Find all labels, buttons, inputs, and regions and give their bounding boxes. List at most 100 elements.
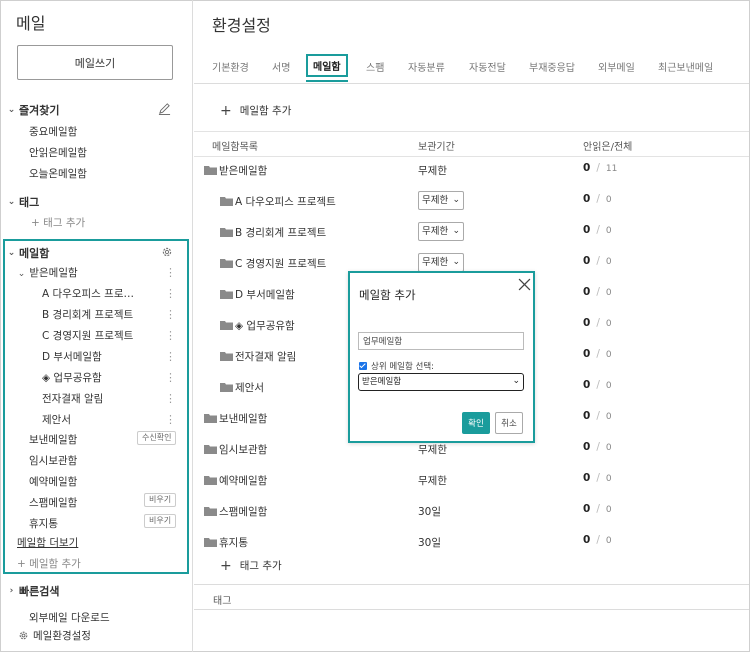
mailbox-name-input[interactable] bbox=[358, 332, 524, 350]
tags-label: 태그 bbox=[19, 196, 40, 209]
tags-section-toggle[interactable]: ⌄ 태그 bbox=[7, 194, 40, 210]
table-row[interactable]: B 경리회계 프로젝트 무제한 ⌄ 0 / 0 bbox=[194, 219, 749, 250]
kebab-icon[interactable]: ⋮ bbox=[165, 393, 176, 404]
folder-icon bbox=[220, 352, 233, 361]
drafts-mailbox-item[interactable]: 임시보관함 bbox=[29, 453, 77, 468]
table-row[interactable]: A 다우오피스 프로젝트 무제한 ⌄ 0 / 0 bbox=[194, 188, 749, 219]
parent-mailbox-checkbox-label: 상위 메일함 선택: bbox=[371, 362, 435, 372]
more-mailboxes-link[interactable]: 메일함 더보기 bbox=[17, 535, 78, 550]
mailboxes-section-toggle[interactable]: ⌄ 메일함 bbox=[7, 245, 50, 261]
table-row[interactable]: 휴지통 30일 0 / 0 bbox=[194, 529, 749, 560]
count-separator: / bbox=[596, 255, 600, 267]
kebab-icon[interactable]: ⋮ bbox=[165, 330, 176, 341]
favorites-section-toggle[interactable]: ⌄ 즐겨찾기 bbox=[7, 102, 60, 118]
tab-mailbox[interactable]: 메일함 bbox=[306, 54, 348, 82]
parent-mailbox-select[interactable]: 받은메일함 ⌄ bbox=[358, 373, 524, 391]
mailbox-name: B 경리회계 프로젝트 bbox=[235, 227, 327, 239]
gear-icon[interactable] bbox=[161, 246, 173, 258]
chevron-down-icon: ⌄ bbox=[7, 105, 16, 115]
favorite-item[interactable]: 중요메일함 bbox=[29, 124, 77, 139]
sidebar: 메일 메일쓰기 ⌄ 즐겨찾기 중요메일함 안읽은메일함 오늘온메일함 ⌄ 태그 … bbox=[0, 0, 193, 652]
cancel-button[interactable]: 취소 bbox=[495, 412, 523, 434]
kebab-icon[interactable]: ⋮ bbox=[165, 267, 176, 278]
read-receipt-button[interactable]: 수신확인 bbox=[137, 431, 177, 445]
unread-count: 0 bbox=[583, 162, 591, 174]
chevron-down-icon: ⌄ bbox=[452, 226, 460, 236]
add-tag-button[interactable]: + 태그 추가 bbox=[220, 558, 282, 573]
spam-mailbox-item[interactable]: 스팸메일함 bbox=[29, 495, 77, 510]
inbox-child-item[interactable]: D 부서메일함 bbox=[42, 349, 102, 364]
gear-icon bbox=[19, 631, 28, 640]
empty-spam-button[interactable]: 비우기 bbox=[144, 493, 177, 507]
table-row[interactable]: 받은메일함 무제한 0 / 11 bbox=[194, 157, 749, 188]
table-row[interactable]: 스팸메일함 30일 0 / 0 bbox=[194, 498, 749, 529]
tag-section-header: 태그 bbox=[194, 584, 749, 610]
kebab-icon[interactable]: ⋮ bbox=[165, 309, 176, 320]
kebab-icon[interactable]: ⋮ bbox=[165, 414, 176, 425]
plus-icon: + bbox=[220, 557, 232, 574]
tab-auto-forward[interactable]: 자동전달 bbox=[469, 59, 506, 74]
pencil-icon[interactable] bbox=[158, 102, 171, 115]
retention-period-select[interactable]: 무제한 ⌄ bbox=[418, 253, 464, 272]
count-separator: / bbox=[596, 441, 600, 453]
total-count: 11 bbox=[605, 164, 618, 174]
settings-tabs: 기본환경 서명 메일함 스팸 자동분류 자동전달 부재중응답 외부메일 최근보낸… bbox=[194, 52, 749, 84]
tab-general[interactable]: 기본환경 bbox=[212, 59, 249, 74]
kebab-icon[interactable]: ⋮ bbox=[165, 372, 176, 383]
inbox-child-item[interactable]: A 다우오피스 프로… bbox=[42, 286, 134, 301]
trash-mailbox-item[interactable]: 휴지통 bbox=[29, 516, 58, 531]
count-separator: / bbox=[596, 286, 600, 298]
inbox-child-item[interactable]: 제안서 bbox=[42, 412, 71, 427]
kebab-icon[interactable]: ⋮ bbox=[165, 351, 176, 362]
column-header-mailbox: 메일함목록 bbox=[212, 142, 258, 153]
mail-settings-label: 메일환경설정 bbox=[33, 630, 91, 642]
tab-auto-sort[interactable]: 자동분류 bbox=[408, 59, 445, 74]
retention-period-select[interactable]: 무제한 ⌄ bbox=[418, 222, 464, 241]
confirm-button[interactable]: 확인 bbox=[462, 412, 490, 434]
checkbox-checked-icon[interactable] bbox=[359, 362, 367, 370]
retention-period-select[interactable]: 무제한 ⌄ bbox=[418, 191, 464, 210]
kebab-icon[interactable]: ⋮ bbox=[165, 288, 176, 299]
mail-settings-link[interactable]: 메일환경설정 bbox=[18, 628, 91, 643]
unread-total-count: 0 / 0 bbox=[583, 503, 612, 515]
table-row[interactable]: 예약메일함 무제한 0 / 0 bbox=[194, 467, 749, 498]
sent-mailbox-item[interactable]: 보낸메일함 bbox=[29, 432, 77, 447]
empty-trash-button[interactable]: 비우기 bbox=[144, 514, 177, 528]
inbox-child-item[interactable]: C 경영지원 프로젝트 bbox=[42, 328, 133, 343]
parent-mailbox-checkbox[interactable]: 상위 메일함 선택: bbox=[359, 360, 434, 372]
tab-out-of-office[interactable]: 부재중응답 bbox=[529, 59, 575, 74]
add-tag-link[interactable]: + 태그 추가 bbox=[31, 215, 85, 230]
total-count: 0 bbox=[605, 288, 612, 298]
folder-icon bbox=[220, 259, 233, 268]
external-mail-download-link[interactable]: 외부메일 다운로드 bbox=[29, 610, 110, 625]
column-header-period: 보관기간 bbox=[418, 142, 455, 153]
inbox-child-item[interactable]: ◈ 업무공유함 bbox=[42, 370, 102, 385]
quick-search-toggle[interactable]: › 빠른검색 bbox=[7, 583, 60, 599]
folder-icon bbox=[204, 507, 217, 516]
favorite-item[interactable]: 오늘온메일함 bbox=[29, 166, 87, 181]
count-separator: / bbox=[596, 317, 600, 329]
tab-signature[interactable]: 서명 bbox=[272, 59, 290, 74]
retention-period: 30일 bbox=[418, 537, 442, 549]
unread-count: 0 bbox=[583, 503, 591, 515]
count-separator: / bbox=[596, 224, 600, 236]
retention-period-value: 무제한 bbox=[422, 195, 449, 206]
tab-recent-sent[interactable]: 최근보낸메일 bbox=[658, 59, 713, 74]
tab-external-mail[interactable]: 외부메일 bbox=[598, 59, 635, 74]
inbox-child-item[interactable]: 전자결재 알림 bbox=[42, 391, 103, 406]
count-separator: / bbox=[596, 348, 600, 360]
inbox-child-item[interactable]: B 경리회계 프로젝트 bbox=[42, 307, 133, 322]
scheduled-mailbox-item[interactable]: 예약메일함 bbox=[29, 474, 77, 489]
compose-button[interactable]: 메일쓰기 bbox=[17, 45, 173, 80]
add-mailbox-link[interactable]: + 메일함 추가 bbox=[17, 556, 81, 571]
favorites-label: 즐겨찾기 bbox=[19, 104, 60, 117]
favorite-item[interactable]: 안읽은메일함 bbox=[29, 145, 87, 160]
tab-spam[interactable]: 스팸 bbox=[366, 59, 384, 74]
total-count: 0 bbox=[605, 536, 612, 546]
parent-mailbox-select-value: 받은메일함 bbox=[362, 376, 402, 387]
close-icon[interactable] bbox=[518, 278, 531, 291]
inbox-item[interactable]: ⌄ 받은메일함 bbox=[17, 265, 78, 280]
unread-total-count: 0 / 0 bbox=[583, 441, 612, 453]
add-mailbox-button[interactable]: + 메일함 추가 bbox=[220, 103, 291, 118]
folder-icon bbox=[204, 166, 217, 175]
